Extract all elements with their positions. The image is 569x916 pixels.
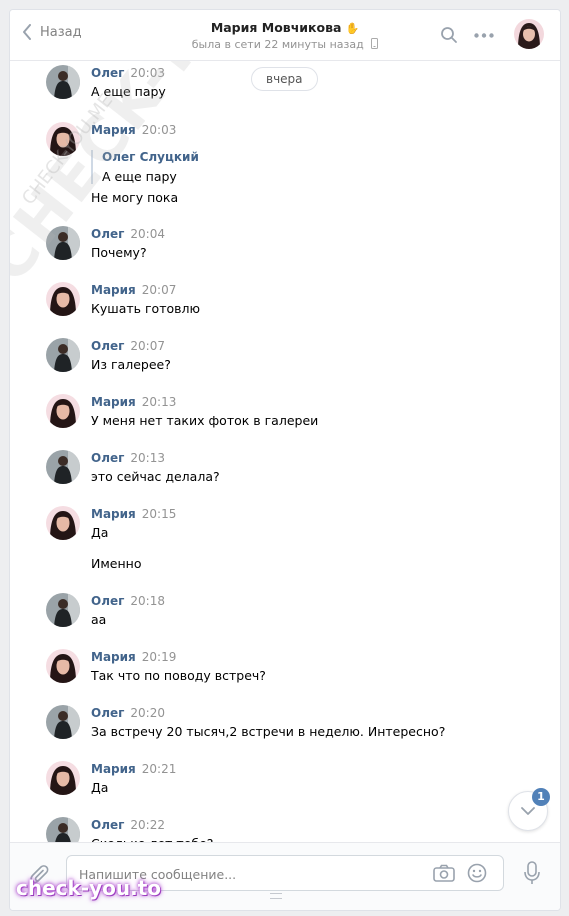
message-meta: Мария 20:15 (91, 507, 176, 521)
message-time[interactable]: 20:22 (130, 818, 165, 832)
author-name[interactable]: Олег (91, 451, 124, 465)
message-text: Так что по поводу встреч? (91, 668, 266, 683)
message-meta: Мария 20:13 (91, 395, 176, 409)
author-name[interactable]: Олег (91, 594, 124, 608)
author-name[interactable]: Олег (91, 66, 124, 80)
author-name[interactable]: Олег (91, 706, 124, 720)
message-text: За встречу 20 тысяч,2 встречи в неделю. … (91, 724, 446, 739)
message-meta: Мария 20:03 (91, 123, 176, 137)
chat-window: Назад Мария Мовчикова ✋ была в сети 22 ми… (9, 9, 561, 911)
message-meta: Мария 20:07 (91, 283, 176, 297)
online-status: была в сети 22 минуты назад (10, 38, 560, 51)
hand-emoji-icon: ✋ (345, 22, 360, 35)
message-text: Из галерее? (91, 357, 171, 372)
message-time[interactable]: 20:19 (142, 650, 177, 664)
message-time[interactable]: 20:18 (130, 594, 165, 608)
message-meta: Олег 20:04 (91, 227, 165, 241)
resize-grip[interactable] (270, 893, 282, 899)
message-meta: Олег 20:18 (91, 594, 165, 608)
message-time[interactable]: 20:03 (142, 123, 177, 137)
avatar-oleg[interactable] (46, 338, 80, 372)
message-text: Кушать готовлю (91, 301, 201, 316)
message-text: У меня нет таких фоток в галереи (91, 413, 319, 428)
author-name[interactable]: Мария (91, 650, 136, 664)
message-meta: Олег 20:20 (91, 706, 165, 720)
avatar-oleg[interactable] (46, 65, 80, 99)
message-time[interactable]: 20:15 (142, 507, 177, 521)
message-time[interactable]: 20:07 (130, 339, 165, 353)
message-time[interactable]: 20:13 (142, 395, 177, 409)
message-text: Да (91, 525, 109, 540)
author-name[interactable]: Мария (91, 395, 136, 409)
message-text: это сейчас делала? (91, 469, 220, 484)
message-meta: Мария 20:19 (91, 650, 176, 664)
message-time[interactable]: 20:21 (142, 762, 177, 776)
message-time[interactable]: 20:13 (130, 451, 165, 465)
author-name[interactable]: Мария (91, 762, 136, 776)
author-name[interactable]: Олег (91, 339, 124, 353)
message-text: Да (91, 780, 109, 795)
message-feed: вчера CHECK-YOU.ME CHECK-YOU.ME Олег20:0… (10, 61, 560, 843)
message-text: Не могу пока (91, 190, 179, 205)
avatar-oleg[interactable] (46, 450, 80, 484)
author-name[interactable]: Мария (91, 123, 136, 137)
message-time[interactable]: 20:04 (130, 227, 165, 241)
message-text: Почему? (91, 245, 147, 260)
message-time[interactable]: 20:03 (130, 66, 165, 80)
message-time[interactable]: 20:07 (142, 283, 177, 297)
unread-badge: 1 (532, 788, 550, 806)
contact-avatar[interactable] (514, 19, 544, 49)
message-meta: Олег 20:22 (91, 818, 165, 832)
avatar-oleg[interactable] (46, 705, 80, 739)
author-name[interactable]: Мария (91, 283, 136, 297)
forwarded-quote[interactable]: Олег Слуцкий А еще пару (91, 150, 199, 184)
quote-text: А еще пару (102, 169, 177, 184)
message-text: аа (91, 612, 107, 627)
avatar-oleg[interactable] (46, 593, 80, 627)
avatar-maria[interactable] (46, 282, 80, 316)
avatar-maria[interactable] (46, 122, 80, 156)
message-meta: Олег 20:13 (91, 451, 165, 465)
message-time[interactable]: 20:20 (130, 706, 165, 720)
avatar-maria[interactable] (46, 394, 80, 428)
author-name[interactable]: Мария (91, 507, 136, 521)
camera-icon[interactable] (433, 864, 455, 882)
more-icon[interactable] (474, 33, 494, 38)
smile-icon[interactable] (467, 863, 487, 883)
author-name[interactable]: Олег (91, 227, 124, 241)
message-meta: Мария 20:21 (91, 762, 176, 776)
message-meta: Олег 20:03 (91, 66, 165, 80)
message-text: А еще пару (91, 84, 166, 99)
avatar-oleg[interactable] (46, 226, 80, 260)
quote-author: Олег Слуцкий (102, 150, 199, 164)
mobile-icon (371, 38, 379, 49)
chat-header: Назад Мария Мовчикова ✋ была в сети 22 ми… (10, 10, 560, 61)
avatar-maria[interactable] (46, 506, 80, 540)
date-separator: вчера (251, 67, 318, 91)
search-icon[interactable] (440, 26, 458, 44)
author-name[interactable]: Олег (91, 818, 124, 832)
brand-watermark: check-you.to (16, 876, 162, 900)
chevron-down-icon (521, 807, 535, 815)
contact-name-text: Мария Мовчикова (210, 20, 342, 35)
avatar-oleg[interactable] (46, 817, 80, 843)
message-meta: Олег 20:07 (91, 339, 165, 353)
online-status-text: была в сети 22 минуты назад (191, 38, 364, 51)
avatar-maria[interactable] (46, 649, 80, 683)
microphone-icon[interactable] (524, 861, 540, 885)
message-text: Именно (91, 556, 142, 571)
avatar-maria[interactable] (46, 761, 80, 795)
